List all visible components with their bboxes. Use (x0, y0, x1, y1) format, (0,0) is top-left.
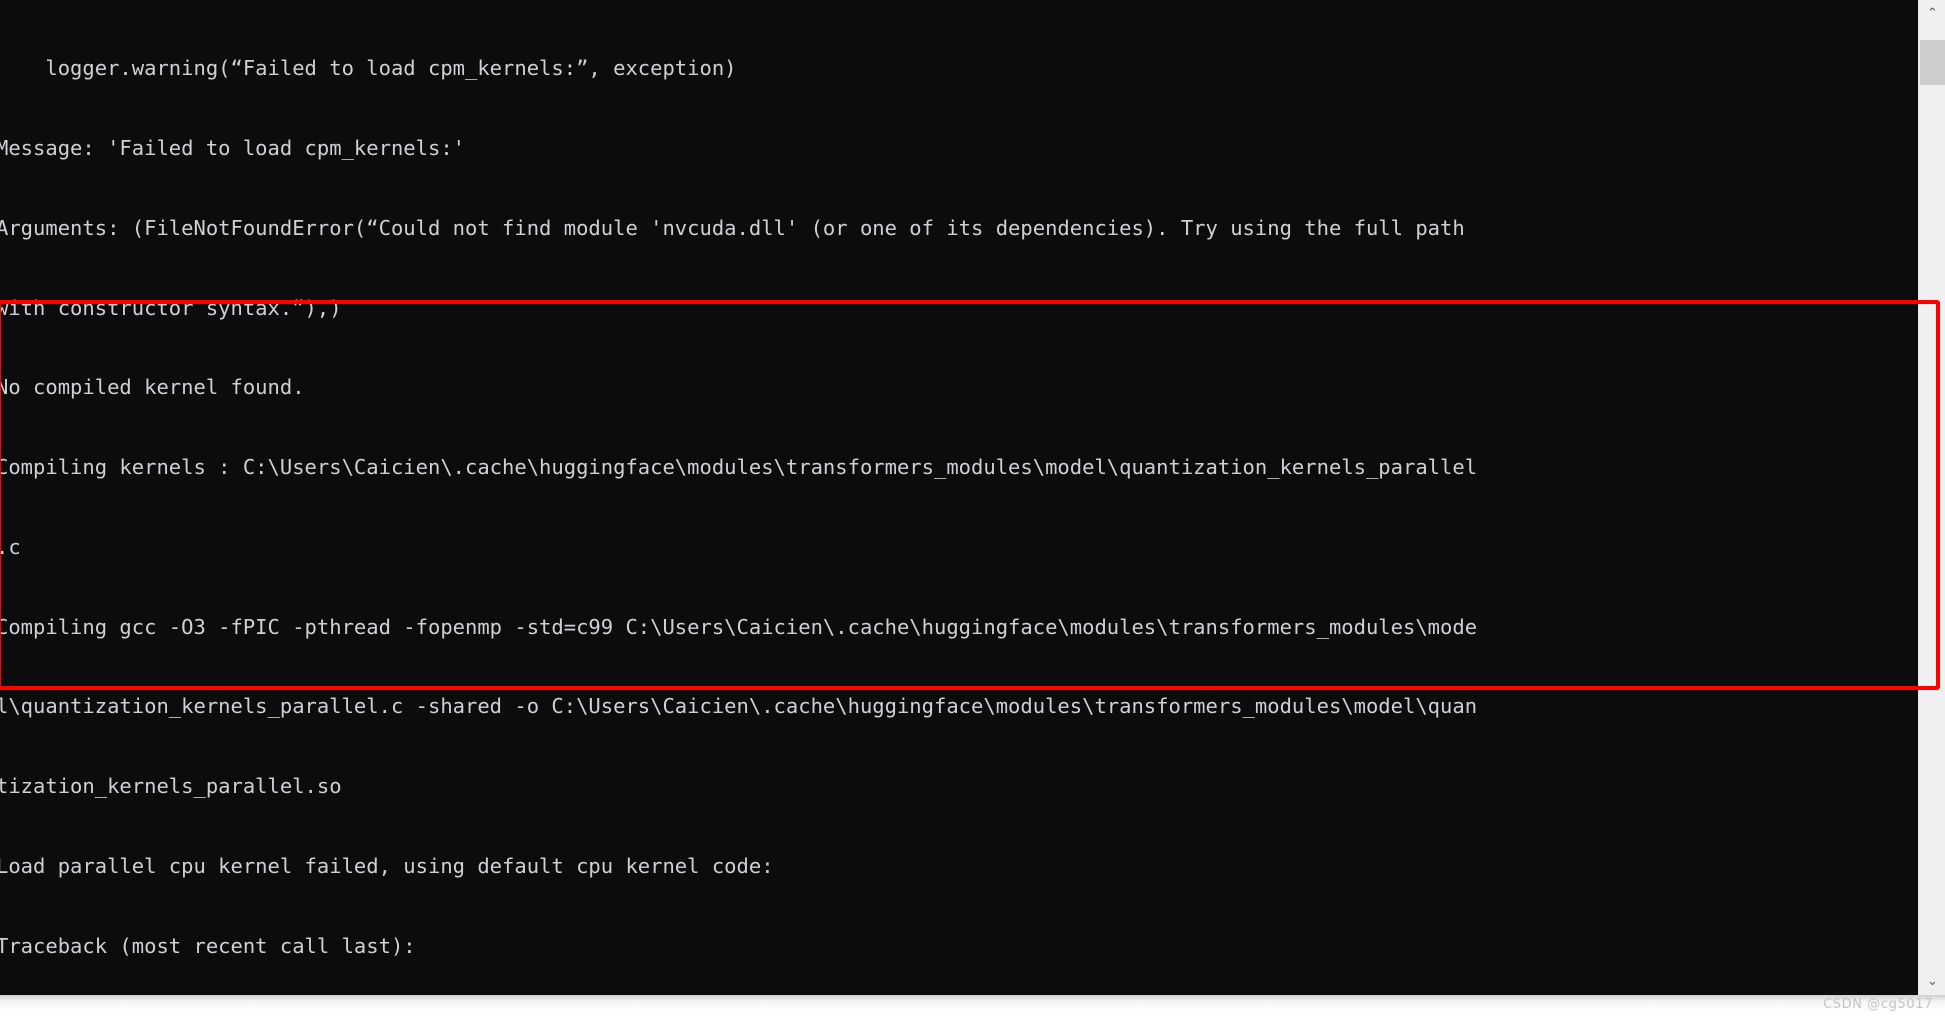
csdn-watermark: CSDN @cg5017 (1823, 997, 1933, 1012)
screenshot-root: logger.warning(“Failed to load cpm_kerne… (0, 0, 1945, 1023)
console-line: l\quantization_kernels_parallel.c -share… (0, 694, 1478, 719)
console-line: with constructor syntax.”),) (0, 295, 342, 320)
vertical-scrollbar-thumb[interactable] (1920, 40, 1945, 85)
scroll-down-arrow-icon[interactable]: ⌄ (1919, 968, 1945, 995)
console-line: logger.warning(“Failed to load cpm_kerne… (0, 56, 737, 81)
console-line: tization_kernels_parallel.so (0, 774, 342, 799)
scroll-up-arrow-icon[interactable]: ⌃ (1919, 0, 1945, 27)
vertical-scrollbar[interactable]: ⌃ ⌄ (1918, 0, 1945, 995)
console-line: Message: 'Failed to load cpm_kernels:' (0, 135, 465, 160)
console-line: .c (0, 534, 21, 559)
console-line: Load parallel cpu kernel failed, using d… (0, 854, 774, 878)
console-line: Compiling gcc -O3 -fPIC -pthread -fopenm… (0, 614, 1478, 639)
watermark-band: CSDN @cg5017 (0, 995, 1945, 1023)
console-line: No compiled kernel found. (0, 375, 305, 400)
terminal-console[interactable]: logger.warning(“Failed to load cpm_kerne… (0, 0, 1918, 995)
console-line-traceback: Traceback (most recent call last): (0, 933, 416, 958)
console-line: Arguments: (FileNotFoundError(“Could not… (0, 215, 1465, 240)
console-output: logger.warning(“Failed to load cpm_kerne… (0, 2, 1918, 995)
console-line: Compiling kernels : C:\Users\Caicien\.ca… (0, 455, 1478, 480)
